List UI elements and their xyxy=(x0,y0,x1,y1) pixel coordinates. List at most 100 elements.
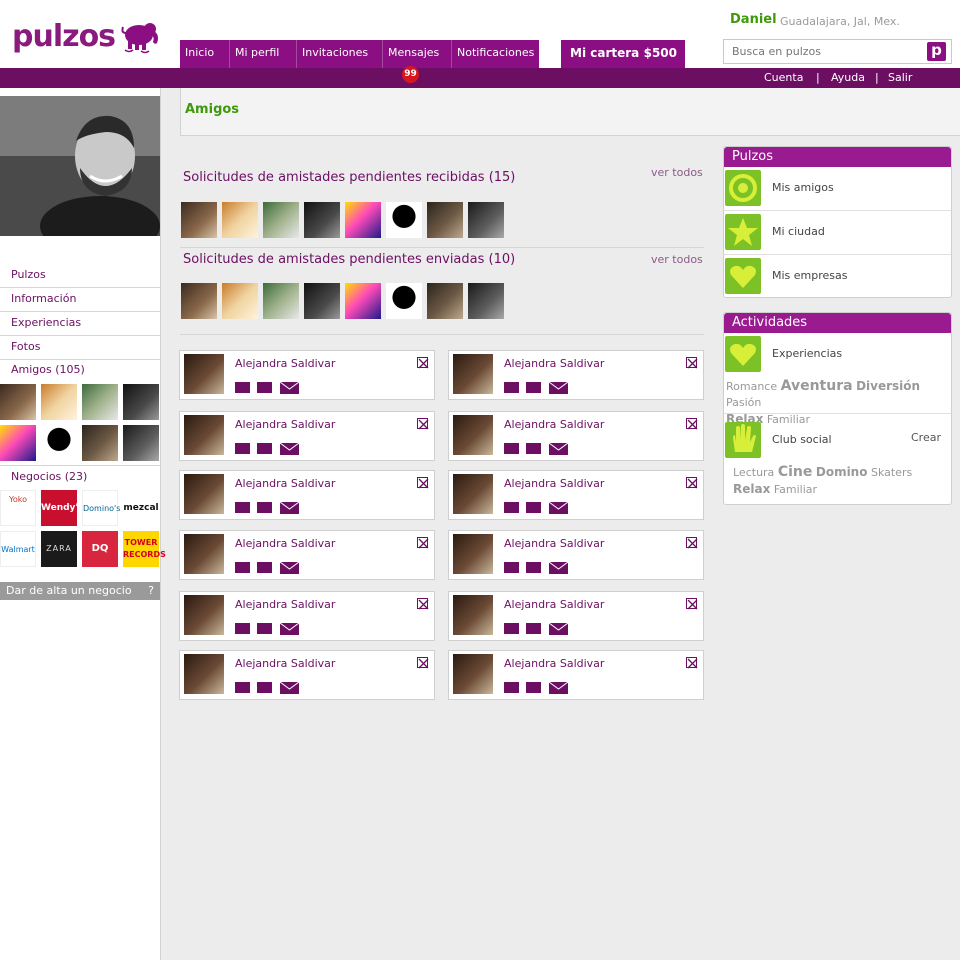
envelope-icon[interactable] xyxy=(279,681,300,694)
business-logo-yoko[interactable]: Yoko xyxy=(0,490,36,526)
experiencias-item[interactable]: Experiencias xyxy=(724,333,951,377)
friend-action-icon[interactable] xyxy=(504,682,519,693)
wallet-button[interactable]: Mi cartera $500 xyxy=(561,40,685,68)
request-thumb[interactable] xyxy=(222,202,258,238)
friend-action-icon[interactable] xyxy=(235,562,250,573)
friend-card[interactable]: Alejandra Saldivar xyxy=(448,650,704,700)
friend-card[interactable]: Alejandra Saldivar xyxy=(448,350,704,400)
envelope-icon[interactable] xyxy=(548,442,569,455)
friend-name[interactable]: Alejandra Saldivar xyxy=(235,477,335,490)
friend-avatar[interactable] xyxy=(184,415,224,455)
friend-action-icon[interactable] xyxy=(235,682,250,693)
tag[interactable]: Lectura xyxy=(733,466,774,479)
friend-name[interactable]: Alejandra Saldivar xyxy=(504,477,604,490)
friend-name[interactable]: Alejandra Saldivar xyxy=(235,598,335,611)
mis-amigos-item[interactable]: Mis amigos xyxy=(724,167,951,211)
left-nav-fotos[interactable]: Fotos xyxy=(0,336,160,360)
add-business-button[interactable]: Dar de alta un negocio ? xyxy=(0,582,160,600)
request-thumb[interactable] xyxy=(263,202,299,238)
friend-action-icon[interactable] xyxy=(526,623,541,634)
request-thumb[interactable] xyxy=(304,283,340,319)
friend-card[interactable]: Alejandra Saldivar xyxy=(179,350,435,400)
envelope-icon[interactable] xyxy=(279,381,300,394)
nav-notificaciones[interactable]: Notificaciones xyxy=(451,40,539,68)
nav-invitaciones[interactable]: Invitaciones xyxy=(296,40,382,68)
friend-thumb[interactable] xyxy=(41,425,77,461)
tag[interactable]: Domino xyxy=(816,465,868,479)
friend-avatar[interactable] xyxy=(453,534,493,574)
friend-avatar[interactable] xyxy=(184,534,224,574)
friend-avatar[interactable] xyxy=(453,354,493,394)
business-logo-wendys[interactable]: Wendy's xyxy=(41,490,84,526)
friend-avatar[interactable] xyxy=(184,474,224,514)
business-logo-walmart[interactable]: Walmart xyxy=(0,531,36,567)
remove-friend-icon[interactable] xyxy=(686,357,698,369)
tag[interactable]: Skaters xyxy=(871,466,912,479)
friend-card[interactable]: Alejandra Saldivar xyxy=(179,411,435,461)
left-nav-pulzos[interactable]: Pulzos xyxy=(0,264,160,288)
tag[interactable]: Pasión xyxy=(726,396,761,409)
friend-action-icon[interactable] xyxy=(235,443,250,454)
envelope-icon[interactable] xyxy=(279,501,300,514)
envelope-icon[interactable] xyxy=(279,561,300,574)
friend-thumb[interactable] xyxy=(82,384,118,420)
request-thumb[interactable] xyxy=(304,202,340,238)
friend-avatar[interactable] xyxy=(453,595,493,635)
friend-card[interactable]: Alejandra Saldivar xyxy=(448,591,704,641)
friend-avatar[interactable] xyxy=(453,474,493,514)
envelope-icon[interactable] xyxy=(279,622,300,635)
remove-friend-icon[interactable] xyxy=(686,418,698,430)
remove-friend-icon[interactable] xyxy=(686,537,698,549)
friend-action-icon[interactable] xyxy=(526,382,541,393)
search-button[interactable]: p xyxy=(927,42,946,61)
friend-name[interactable]: Alejandra Saldivar xyxy=(504,418,604,431)
help-icon[interactable]: ? xyxy=(148,582,154,600)
friend-card[interactable]: Alejandra Saldivar xyxy=(179,591,435,641)
friend-name[interactable]: Alejandra Saldivar xyxy=(235,418,335,431)
received-ver-todos-link[interactable]: ver todos xyxy=(651,166,703,179)
friend-avatar[interactable] xyxy=(184,595,224,635)
profile-photo[interactable] xyxy=(0,96,160,236)
crear-button[interactable]: Crear xyxy=(911,431,941,444)
envelope-icon[interactable] xyxy=(548,681,569,694)
nav-mensajes[interactable]: Mensajes xyxy=(382,40,451,68)
request-thumb[interactable] xyxy=(427,283,463,319)
remove-friend-icon[interactable] xyxy=(686,598,698,610)
tag[interactable]: Cine xyxy=(778,464,813,480)
remove-friend-icon[interactable] xyxy=(686,477,698,489)
user-name[interactable]: Daniel xyxy=(730,12,777,27)
link-salir[interactable]: Salir xyxy=(888,71,912,84)
request-thumb[interactable] xyxy=(181,202,217,238)
friend-card[interactable]: Alejandra Saldivar xyxy=(179,530,435,580)
friend-name[interactable]: Alejandra Saldivar xyxy=(504,357,604,370)
nav-mi-perfil[interactable]: Mi perfil xyxy=(229,40,296,68)
business-logo-dominos[interactable]: Domino's xyxy=(82,490,120,526)
business-logo-tower-records[interactable]: TOWER RECORDS xyxy=(123,531,166,567)
friend-card[interactable]: Alejandra Saldivar xyxy=(448,470,704,520)
tag[interactable]: Aventura xyxy=(781,378,853,394)
request-thumb[interactable] xyxy=(386,202,422,238)
remove-friend-icon[interactable] xyxy=(686,657,698,669)
friend-thumb[interactable] xyxy=(41,384,77,420)
friend-avatar[interactable] xyxy=(453,654,493,694)
request-thumb[interactable] xyxy=(181,283,217,319)
remove-friend-icon[interactable] xyxy=(417,598,429,610)
friend-action-icon[interactable] xyxy=(526,502,541,513)
friend-card[interactable]: Alejandra Saldivar xyxy=(179,470,435,520)
request-thumb[interactable] xyxy=(386,283,422,319)
friend-card[interactable]: Alejandra Saldivar xyxy=(448,530,704,580)
envelope-icon[interactable] xyxy=(548,501,569,514)
request-thumb[interactable] xyxy=(263,283,299,319)
nav-inicio[interactable]: Inicio xyxy=(180,40,229,68)
request-thumb[interactable] xyxy=(427,202,463,238)
friend-name[interactable]: Alejandra Saldivar xyxy=(235,357,335,370)
friend-action-icon[interactable] xyxy=(526,443,541,454)
friend-card[interactable]: Alejandra Saldivar xyxy=(179,650,435,700)
left-nav-negocios[interactable]: Negocios (23) xyxy=(0,465,160,487)
remove-friend-icon[interactable] xyxy=(417,537,429,549)
friend-action-icon[interactable] xyxy=(526,682,541,693)
request-thumb[interactable] xyxy=(222,283,258,319)
friend-action-icon[interactable] xyxy=(235,623,250,634)
remove-friend-icon[interactable] xyxy=(417,418,429,430)
friend-action-icon[interactable] xyxy=(504,562,519,573)
